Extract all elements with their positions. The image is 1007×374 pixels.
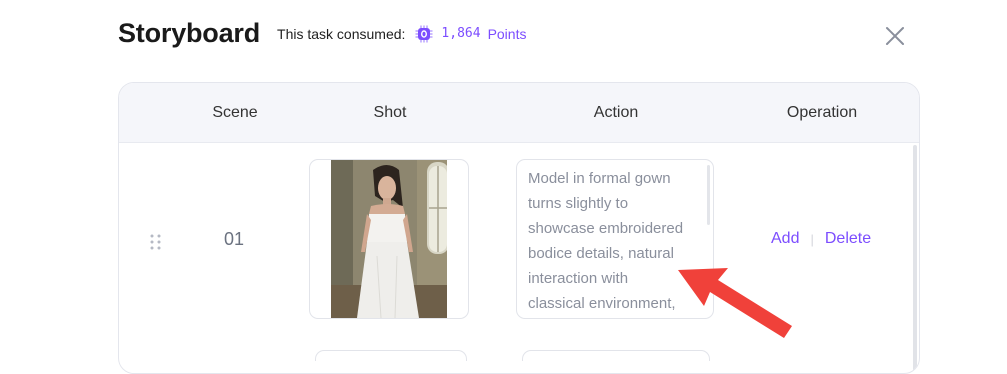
consumed-label: This task consumed: [277, 25, 406, 42]
drag-handle-icon[interactable] [149, 233, 163, 251]
scene-number: 01 [223, 229, 245, 249]
page-title: Storyboard [118, 18, 261, 48]
shot-thumbnail[interactable] [309, 159, 469, 319]
storyboard-table: Scene Shot Action Operation 01 Model in … [118, 82, 920, 374]
annotation-arrow-icon [678, 268, 792, 338]
row-operations: Add | Delete [771, 230, 871, 248]
points-value: 1,864 [441, 26, 481, 41]
table-row: 01 Model in formal gown turns slightly t… [119, 143, 919, 343]
photo-woman-in-white-strapless-gown [331, 160, 447, 318]
column-header-operation: Operation [786, 104, 858, 121]
table-scrollbar[interactable] [913, 145, 917, 373]
chip-coin-icon [415, 25, 433, 43]
delete-button[interactable]: Delete [825, 230, 871, 248]
table-header: Scene Shot Action Operation [119, 83, 919, 143]
textarea-scrollbar[interactable] [707, 165, 710, 225]
modal-header: Storyboard This task consumed: 1,864 Poi… [118, 18, 526, 49]
column-header-shot: Shot [373, 104, 407, 121]
column-header-scene: Scene [212, 104, 258, 121]
add-button[interactable]: Add [771, 230, 799, 248]
column-header-action: Action [593, 104, 639, 121]
points-label: Points [487, 25, 527, 42]
close-icon[interactable] [884, 25, 906, 47]
operation-separator: | [810, 231, 814, 247]
